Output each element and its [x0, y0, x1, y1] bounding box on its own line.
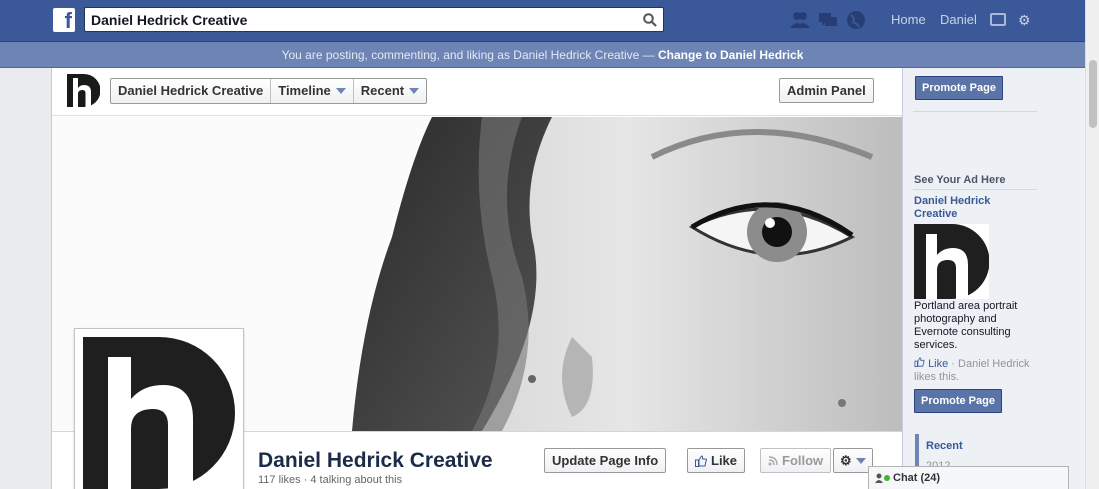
ad-like-link[interactable]: Like: [928, 358, 948, 370]
update-page-info-button[interactable]: Update Page Info: [544, 448, 667, 473]
timeline-dropdown[interactable]: Timeline: [271, 79, 354, 103]
chevron-down-icon: [335, 88, 346, 94]
search-input[interactable]: Daniel Hedrick Creative: [84, 7, 664, 32]
search-value: Daniel Hedrick Creative: [91, 12, 248, 28]
page-stats: 117 likes · 4 talking about this: [258, 474, 403, 486]
sidebar-divider: [913, 111, 1037, 112]
page-title: Daniel Hedrick Creative: [258, 449, 493, 472]
notification-jewels: [790, 10, 866, 30]
promote-page-button[interactable]: Promote Page: [915, 76, 1003, 100]
messages-icon[interactable]: [818, 10, 838, 30]
ad-heading[interactable]: See Your Ad Here: [914, 174, 1006, 186]
voice-switch-bar: You are posting, commenting, and liking …: [0, 42, 1085, 68]
recent-dropdown[interactable]: Recent: [354, 79, 426, 103]
gear-icon: ⚙: [840, 453, 852, 468]
privacy-shortcuts-icon[interactable]: [990, 13, 1006, 26]
chat-label: Chat (24): [893, 472, 941, 484]
page-scrollbar[interactable]: [1085, 0, 1099, 489]
settings-gear-icon[interactable]: ⚙: [1018, 12, 1031, 29]
page-settings-dropdown[interactable]: ⚙: [833, 448, 873, 473]
ad-description: Portland area portrait photography and E…: [914, 300, 1018, 351]
update-page-info-label: Update Page Info: [552, 453, 659, 468]
profile-link[interactable]: Daniel: [940, 12, 977, 27]
online-status-icon: [884, 475, 890, 481]
breadcrumb-label: Timeline: [278, 83, 331, 98]
ad-image[interactable]: [914, 224, 989, 299]
home-link[interactable]: Home: [891, 12, 926, 27]
facebook-logo-icon[interactable]: f: [53, 8, 75, 33]
profile-picture[interactable]: [74, 328, 244, 489]
breadcrumb-page-name[interactable]: Daniel Hedrick Creative: [111, 79, 272, 103]
page-logo-icon[interactable]: [67, 74, 100, 107]
ad-social-context: Like · Daniel Hedrick likes this.: [914, 357, 1039, 384]
sidebar-divider: [913, 189, 1037, 190]
like-label: Like: [711, 453, 738, 468]
breadcrumb-label: Recent: [360, 83, 405, 98]
thumbs-up-icon: [695, 454, 707, 467]
follow-label: Follow: [782, 453, 824, 468]
rss-icon: [768, 455, 778, 465]
timeline-main: Daniel Hedrick Creative Timeline Recent …: [51, 68, 903, 489]
person-icon: [875, 473, 883, 483]
right-sidebar: Promote Page See Your Ad Here Daniel Hed…: [903, 68, 1085, 489]
change-voice-link[interactable]: Change to Daniel Hedrick: [658, 48, 803, 62]
scrubber-recent-link[interactable]: Recent: [926, 440, 963, 452]
page-header-bar: Daniel Hedrick Creative Timeline Recent …: [52, 68, 902, 116]
promote-page-button-2[interactable]: Promote Page: [914, 389, 1002, 413]
like-button[interactable]: Like: [687, 448, 746, 473]
voice-text: You are posting, commenting, and liking …: [281, 48, 655, 62]
friend-requests-icon[interactable]: [790, 10, 810, 30]
page-logo-large-icon: [83, 337, 235, 489]
search-icon[interactable]: [643, 13, 657, 27]
follow-button[interactable]: Follow: [760, 448, 832, 473]
scrollbar-thumb[interactable]: [1089, 60, 1097, 128]
chevron-down-icon: [409, 88, 420, 94]
chat-tab[interactable]: Chat (24): [868, 466, 1069, 489]
chevron-down-icon: [855, 457, 866, 464]
thumbs-up-icon: [914, 357, 925, 367]
notifications-globe-icon[interactable]: [846, 10, 866, 30]
top-navigation-bar: f Daniel Hedrick Creative Home Daniel ⚙: [0, 0, 1085, 42]
breadcrumb: Daniel Hedrick Creative Timeline Recent: [110, 78, 428, 104]
breadcrumb-label: Daniel Hedrick Creative: [118, 83, 264, 98]
admin-panel-button[interactable]: Admin Panel: [779, 78, 874, 103]
ad-title-link[interactable]: Daniel Hedrick Creative: [914, 195, 1024, 221]
